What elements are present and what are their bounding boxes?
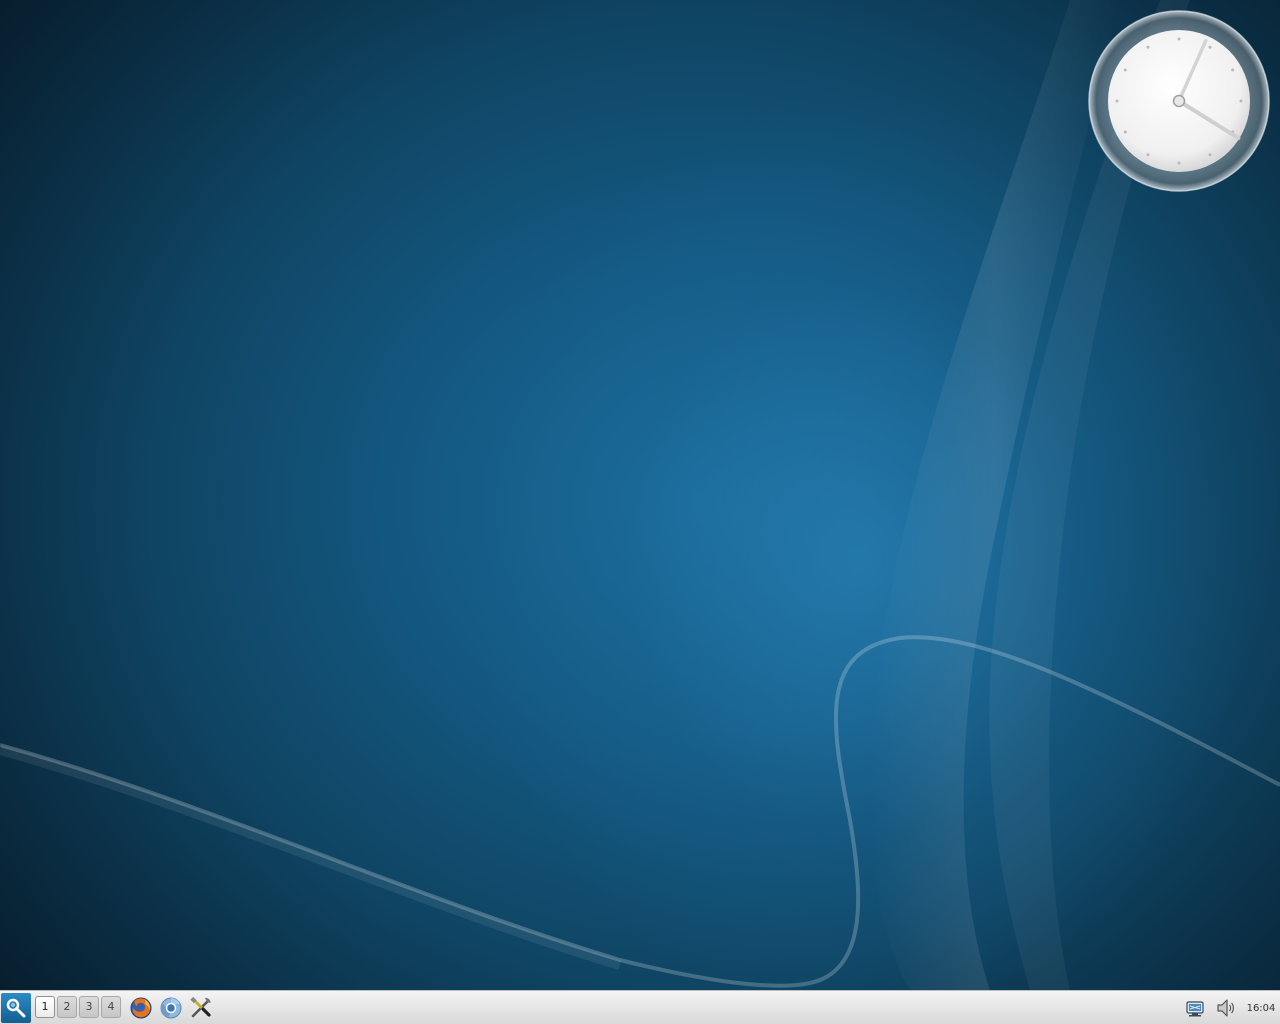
analog-clock-widget[interactable]	[1088, 10, 1270, 192]
clock-tick	[1123, 68, 1127, 72]
firefox-icon	[130, 997, 152, 1019]
firefox-launch-button[interactable]	[128, 995, 154, 1021]
taskbar: 1 2 3 4 16:04	[0, 990, 1280, 1024]
volume-icon	[1217, 999, 1234, 1017]
system-settings-icon	[190, 996, 211, 1018]
desktop[interactable]	[0, 0, 1280, 990]
application-launcher-button[interactable]	[1, 993, 31, 1023]
desktop-pager: 1 2 3 4	[35, 996, 121, 1020]
clock-tick	[1115, 99, 1119, 103]
chromium-launch-button[interactable]	[158, 995, 184, 1021]
pager-desktop-2[interactable]: 2	[57, 996, 77, 1018]
clock-center-pin	[1172, 94, 1186, 108]
network-tray-button[interactable]	[1182, 995, 1208, 1021]
launcher-icon	[6, 998, 26, 1018]
clock-tick	[1177, 37, 1181, 41]
clock-tick	[1208, 153, 1212, 157]
system-settings-launch-button[interactable]	[188, 995, 214, 1021]
digital-clock[interactable]: 16:04	[1242, 1003, 1280, 1014]
clock-tick	[1239, 99, 1243, 103]
clock-tick	[1208, 45, 1212, 49]
quick-launch	[128, 995, 214, 1021]
clock-tick	[1146, 45, 1150, 49]
clock-tick	[1231, 68, 1235, 72]
pager-desktop-4[interactable]: 4	[101, 996, 121, 1018]
clock-tick	[1123, 130, 1127, 134]
volume-tray-button[interactable]	[1212, 995, 1238, 1021]
pager-desktop-1[interactable]: 1	[35, 996, 55, 1018]
network-icon	[1186, 1001, 1204, 1017]
clock-tick	[1177, 161, 1181, 165]
pager-desktop-3[interactable]: 3	[79, 996, 99, 1018]
clock-tick	[1146, 153, 1150, 157]
chromium-icon	[160, 997, 182, 1019]
system-tray: 16:04	[1182, 995, 1280, 1021]
